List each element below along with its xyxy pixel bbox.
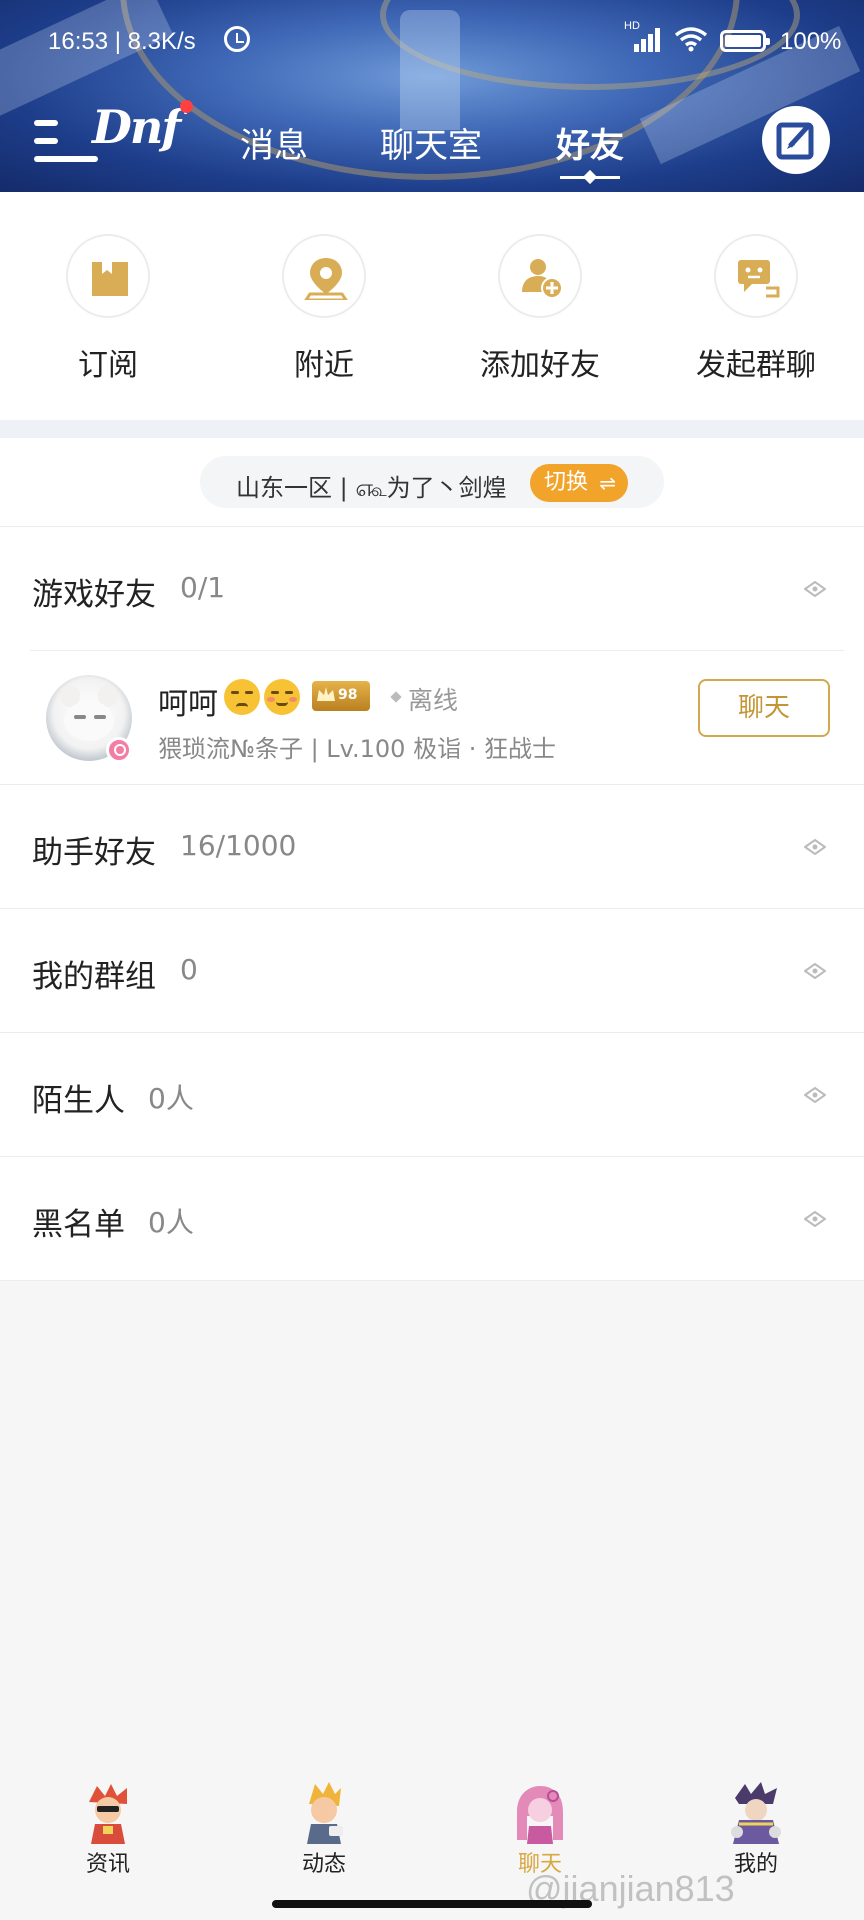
tab-friends[interactable]: 好友 (556, 118, 624, 167)
section-count: 16/1000 (180, 829, 297, 862)
server-selector: 山东一区 | ௷为了丶剑煌 切换 ⇌ (200, 456, 664, 508)
chat-button[interactable]: 聊天 (698, 679, 830, 737)
smiling-emoji-icon (264, 679, 300, 715)
section-strangers[interactable]: 陌生人 0人 (0, 1032, 864, 1156)
section-game-friends[interactable]: 游戏好友 0/1 (0, 526, 864, 650)
feed-character-icon (293, 1782, 355, 1844)
section-count: 0 (180, 953, 198, 986)
section-my-groups[interactable]: 我的群组 0 (0, 908, 864, 1032)
nearby-button[interactable]: 附近 (244, 234, 404, 384)
alarm-icon (224, 26, 250, 52)
nav-feed-label: 动态 (301, 1852, 346, 1877)
unamused-emoji-icon (224, 679, 260, 715)
subscribe-label: 订阅 (78, 348, 138, 383)
chevron-icon (804, 1211, 826, 1227)
section-count: 0人 (148, 1206, 194, 1239)
friend-row[interactable]: 呵呵 98 离线 猥琐流№条子 | Lv.100 极诣 · 狂战士 聊天 (30, 650, 844, 784)
nearby-label: 附近 (294, 348, 354, 383)
chevron-icon (804, 581, 826, 597)
section-title: 助手好友 (32, 835, 156, 871)
group-chat-label: 发起群聊 (696, 348, 816, 383)
status-time: 16:53 | 8.3K/s (48, 28, 196, 55)
menu-icon[interactable] (34, 120, 98, 168)
edit-icon (776, 122, 814, 160)
nav-news-label: 资讯 (85, 1852, 130, 1877)
section-title: 游戏好友 (32, 577, 156, 613)
crown-icon (317, 687, 335, 701)
location-icon (282, 234, 366, 318)
vip-level: 98 (338, 687, 358, 703)
mine-character-icon (725, 1782, 787, 1844)
section-count: 0人 (148, 1082, 194, 1115)
home-indicator[interactable] (272, 1900, 592, 1908)
group-chat-button[interactable]: 发起群聊 (676, 234, 836, 384)
friend-character-info: 猥琐流№条子 | Lv.100 极诣 · 狂战士 (158, 735, 556, 763)
section-title: 我的群组 (32, 959, 156, 995)
switch-label: 切换 (544, 470, 589, 495)
chevron-icon (804, 1087, 826, 1103)
section-assistant-friends[interactable]: 助手好友 16/1000 (0, 784, 864, 908)
quick-actions: 订阅 附近 添加好友 发起群聊 (0, 192, 864, 420)
bookmark-icon (66, 234, 150, 318)
nav-feed[interactable]: 动态 (264, 1782, 384, 1878)
subscribe-button[interactable]: 订阅 (28, 234, 188, 384)
section-title: 黑名单 (32, 1207, 125, 1243)
section-count: 0/1 (180, 571, 226, 604)
nav-chat[interactable]: 聊天 (480, 1782, 600, 1878)
wifi-icon (674, 27, 708, 52)
notification-dot (180, 100, 193, 113)
group-chat-icon (714, 234, 798, 318)
chat-character-icon (509, 1782, 571, 1844)
battery-icon (720, 30, 770, 52)
list-bottom-border (0, 1280, 864, 1281)
app-header: 16:53 | 8.3K/s HD 100% Dnf 消息 聊天室 好友 (0, 0, 864, 192)
tab-messages[interactable]: 消息 (240, 118, 308, 167)
app-logo: Dnf (92, 100, 181, 154)
section-title: 陌生人 (32, 1083, 125, 1119)
vip-level-badge: 98 (312, 681, 370, 711)
status-bar: 16:53 | 8.3K/s HD 100% (0, 20, 864, 64)
tab-chatroom[interactable]: 聊天室 (380, 118, 482, 167)
friend-list-panel: 山东一区 | ௷为了丶剑煌 切换 ⇌ 游戏好友 0/1 呵呵 98 离线 猥琐流… (0, 438, 864, 1280)
battery-percent: 100% (780, 28, 842, 55)
news-character-icon (77, 1782, 139, 1844)
signal-icon (628, 26, 662, 52)
chevron-icon (804, 839, 826, 855)
server-character-label: 山东一区 | ௷为了丶剑煌 (236, 474, 507, 502)
section-divider (0, 420, 864, 438)
friend-status: 离线 (408, 686, 459, 715)
gender-badge-icon (106, 737, 132, 763)
chevron-icon (804, 963, 826, 979)
edit-button[interactable] (762, 106, 830, 174)
add-friend-button[interactable]: 添加好友 (460, 234, 620, 384)
nav-mine[interactable]: 我的 (696, 1782, 816, 1878)
switch-arrows-icon: ⇌ (599, 471, 616, 495)
offline-dot-icon (390, 691, 402, 703)
switch-server-button[interactable]: 切换 ⇌ (530, 464, 628, 502)
nav-news[interactable]: 资讯 (48, 1782, 168, 1878)
friend-name: 呵呵 (158, 687, 218, 722)
add-friend-label: 添加好友 (480, 348, 600, 383)
section-blacklist[interactable]: 黑名单 0人 (0, 1156, 864, 1280)
add-friend-icon (498, 234, 582, 318)
active-tab-indicator (560, 174, 620, 180)
